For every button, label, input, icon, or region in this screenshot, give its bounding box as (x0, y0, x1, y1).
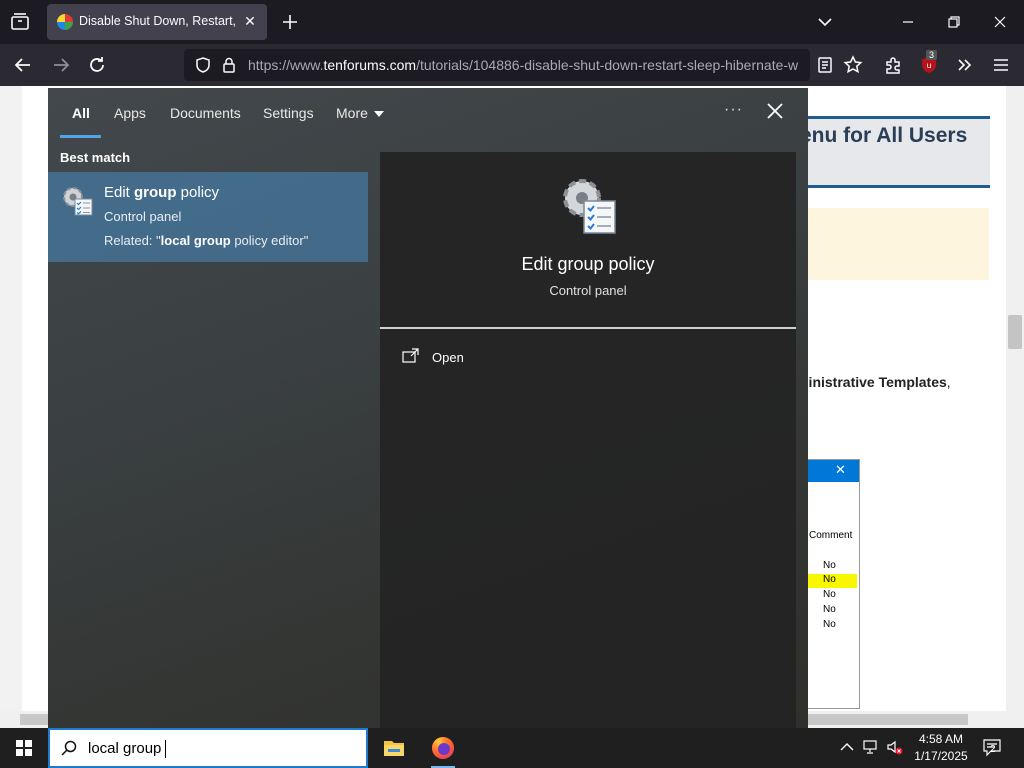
forward-arrow-icon[interactable] (50, 54, 72, 76)
screenshot-close-icon: ✕ (835, 462, 846, 477)
article-heading: enu for All Users (800, 124, 968, 147)
minimize-icon[interactable] (898, 12, 918, 32)
result-subtitle: Control panel (104, 209, 182, 224)
search-filter-tabs: All Apps Documents Settings More ··· (48, 88, 808, 138)
open-window-icon (402, 348, 420, 364)
screenshot-row-highlighted: No (807, 574, 857, 588)
article-screenshot-image: ✕ Comment No No No No No (806, 459, 860, 709)
page-vertical-scroll-thumb[interactable] (1008, 315, 1022, 349)
result-edit-group-policy[interactable]: Edit group policy Control panel Related:… (48, 172, 368, 262)
tab-close-icon[interactable]: ✕ (241, 12, 259, 30)
result-title-match: group (134, 184, 177, 201)
tab-settings[interactable]: Settings (263, 105, 314, 121)
detail-title: Edit group policy (521, 254, 655, 274)
article-text-rest: , (946, 374, 951, 390)
tab-all[interactable]: All (72, 105, 90, 121)
lock-icon[interactable] (220, 56, 238, 74)
url-path: /tutorials/104886-disable-shut-down-rest… (416, 57, 799, 73)
more-options-icon[interactable]: ··· (724, 101, 743, 119)
search-results-list: Best match Edit group policy Control pan… (48, 138, 368, 728)
hamburger-menu-icon[interactable] (990, 54, 1012, 76)
clock-time: 4:58 AM (918, 732, 964, 746)
svg-text:u: u (926, 61, 931, 70)
related-post: policy editor" (230, 233, 309, 248)
screen: Disable Shut Down, Restart, Sleep, Hiber… (0, 0, 1024, 768)
close-search-icon[interactable] (764, 100, 786, 122)
result-title-pre: Edit (104, 184, 135, 201)
related-pre: Related: " (104, 233, 161, 248)
firefox-icon[interactable] (423, 728, 463, 768)
screenshot-row: No (823, 619, 836, 630)
result-title: Edit group policy (104, 184, 219, 201)
taskbar-search-box[interactable] (48, 728, 368, 768)
reload-icon[interactable] (86, 54, 108, 76)
windows-start-icon[interactable] (0, 728, 48, 768)
reader-view-icon[interactable] (814, 54, 836, 76)
notification-count: 2 (990, 744, 996, 755)
url-prefix: https://www. (248, 57, 324, 73)
page-left-gutter (0, 86, 22, 712)
screenshot-column-header: Comment (809, 530, 853, 541)
screenshot-row: No (823, 589, 836, 600)
search-input[interactable] (88, 736, 348, 760)
site-favicon-icon (57, 14, 73, 30)
bookmark-star-icon[interactable] (842, 54, 864, 76)
open-action[interactable]: Open (402, 348, 602, 370)
open-label: Open (432, 350, 464, 365)
new-tab-icon[interactable] (280, 12, 300, 32)
tab-overflow-chevron-icon[interactable] (815, 12, 835, 32)
result-detail-pane: Edit group policy Control panel Open (380, 152, 796, 728)
window-close-icon[interactable] (990, 12, 1010, 32)
url-domain: tenforums.com (323, 57, 417, 73)
network-icon[interactable] (862, 738, 880, 756)
screenshot-titlebar: ✕ (807, 460, 859, 482)
tracking-shield-icon[interactable] (194, 56, 212, 74)
group-policy-large-icon (558, 174, 618, 236)
browser-tab[interactable]: Disable Shut Down, Restart, Sleep, Hiber… (47, 4, 267, 40)
related-match: local group (160, 233, 231, 248)
result-related: Related: "local group policy editor" (104, 233, 308, 248)
group-policy-icon (60, 184, 94, 218)
file-explorer-icon[interactable] (374, 728, 414, 768)
clock-date: 1/17/2025 (914, 749, 968, 763)
tab-title: Disable Shut Down, Restart, Sleep, Hiber… (79, 14, 239, 28)
more-caret-icon[interactable] (374, 111, 384, 117)
overflow-chevrons-icon[interactable] (954, 54, 976, 76)
page-vertical-scrollbar[interactable] (1006, 86, 1024, 712)
extension-badge: 3 (926, 50, 938, 60)
detail-subtitle: Control panel (549, 283, 627, 298)
back-arrow-icon[interactable] (12, 54, 34, 76)
tab-documents[interactable]: Documents (170, 105, 241, 121)
start-search-panel: All Apps Documents Settings More ··· Bes… (48, 88, 808, 728)
article-text-line: ninistrative Templates, (800, 374, 951, 390)
result-title-post: policy (176, 184, 220, 201)
tab-list-icon[interactable] (8, 10, 32, 34)
screenshot-row: No (823, 560, 836, 571)
tab-apps[interactable]: Apps (114, 105, 146, 121)
browser-tab-strip: Disable Shut Down, Restart, Sleep, Hiber… (0, 0, 1024, 44)
taskbar-clock[interactable]: 4:58 AM 1/17/2025 (904, 731, 978, 765)
show-hidden-icons-chevron-icon[interactable] (838, 738, 856, 756)
volume-muted-icon[interactable] (886, 738, 904, 756)
search-icon (60, 739, 78, 757)
browser-navbar: https://www.tenforums.com/tutorials/1048… (0, 44, 1024, 86)
article-text-bold: ninistrative Templates (800, 374, 947, 390)
detail-divider (380, 327, 796, 329)
taskbar: 4:58 AM 1/17/2025 2 (0, 728, 1024, 768)
text-caret (165, 740, 166, 758)
screenshot-row: No (823, 604, 836, 615)
extensions-puzzle-icon[interactable] (882, 54, 904, 76)
url-text[interactable]: https://www.tenforums.com/tutorials/1048… (248, 57, 808, 73)
best-match-label: Best match (60, 150, 131, 165)
restore-icon[interactable] (944, 12, 964, 32)
url-bar[interactable]: https://www.tenforums.com/tutorials/1048… (184, 49, 810, 81)
tab-more[interactable]: More (336, 105, 368, 121)
